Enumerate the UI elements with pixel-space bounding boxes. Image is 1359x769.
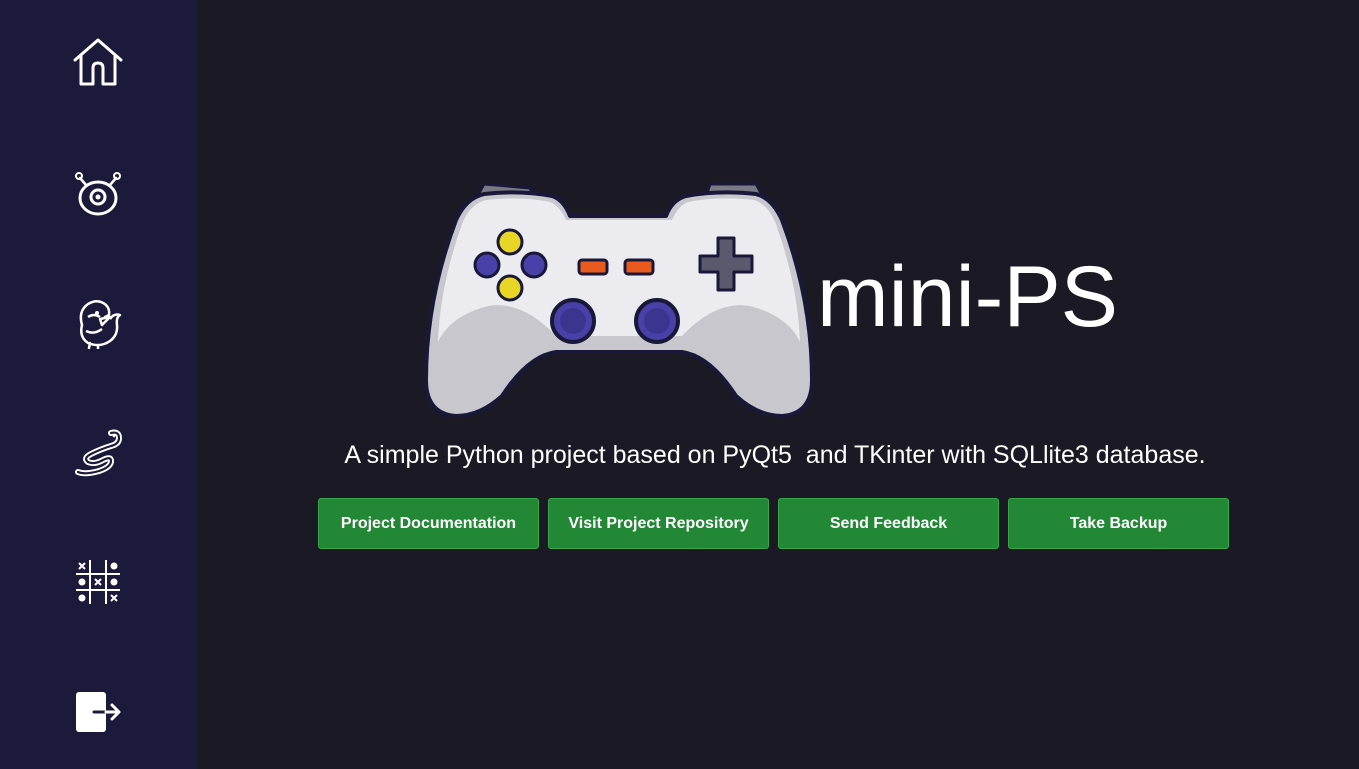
app-title: mini-PS	[817, 249, 1119, 345]
alien-icon	[75, 172, 121, 216]
visit-repository-button[interactable]: Visit Project Repository	[548, 498, 769, 549]
tic-tac-toe-icon	[76, 560, 120, 604]
sidebar	[0, 0, 197, 769]
action-buttons: Project Documentation Visit Project Repo…	[318, 498, 1229, 549]
send-feedback-button[interactable]: Send Feedback	[778, 498, 999, 549]
bird-icon	[79, 300, 122, 349]
sidebar-item-alien[interactable]	[68, 162, 128, 222]
exit-icon	[76, 692, 121, 732]
sidebar-item-flappy-bird[interactable]	[68, 292, 128, 352]
snake-icon	[75, 429, 122, 477]
main-content: mini-PS A simple Python project based on…	[197, 0, 1359, 769]
app-tagline: A simple Python project based on PyQt5 a…	[344, 441, 1206, 469]
sidebar-item-snake[interactable]	[68, 422, 128, 482]
sidebar-item-tic-tac-toe[interactable]	[68, 552, 128, 612]
project-documentation-button[interactable]: Project Documentation	[318, 498, 539, 549]
take-backup-button[interactable]: Take Backup	[1008, 498, 1229, 549]
app-window: mini-PS A simple Python project based on…	[0, 0, 1359, 769]
home-icon	[73, 38, 123, 86]
game-controller-icon	[424, 182, 814, 418]
sidebar-item-exit[interactable]	[68, 682, 128, 742]
sidebar-item-home[interactable]	[68, 32, 128, 92]
